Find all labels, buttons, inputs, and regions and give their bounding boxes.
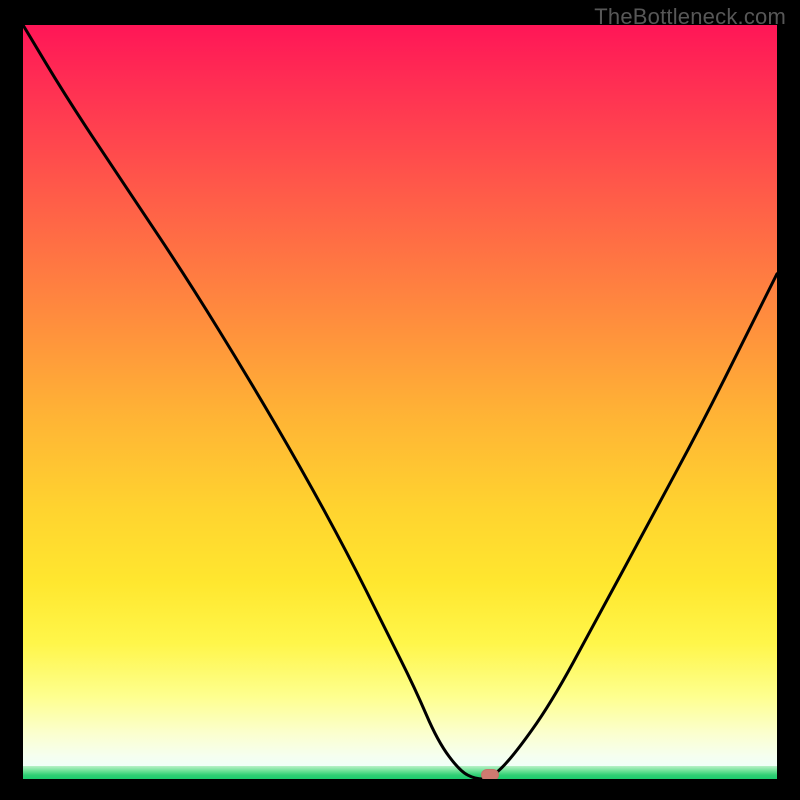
plot-area xyxy=(23,25,777,779)
bottleneck-curve xyxy=(23,25,777,779)
curve-path xyxy=(23,25,777,779)
optimal-marker xyxy=(481,769,499,779)
watermark-text: TheBottleneck.com xyxy=(594,4,786,30)
chart-frame: TheBottleneck.com xyxy=(0,0,800,800)
